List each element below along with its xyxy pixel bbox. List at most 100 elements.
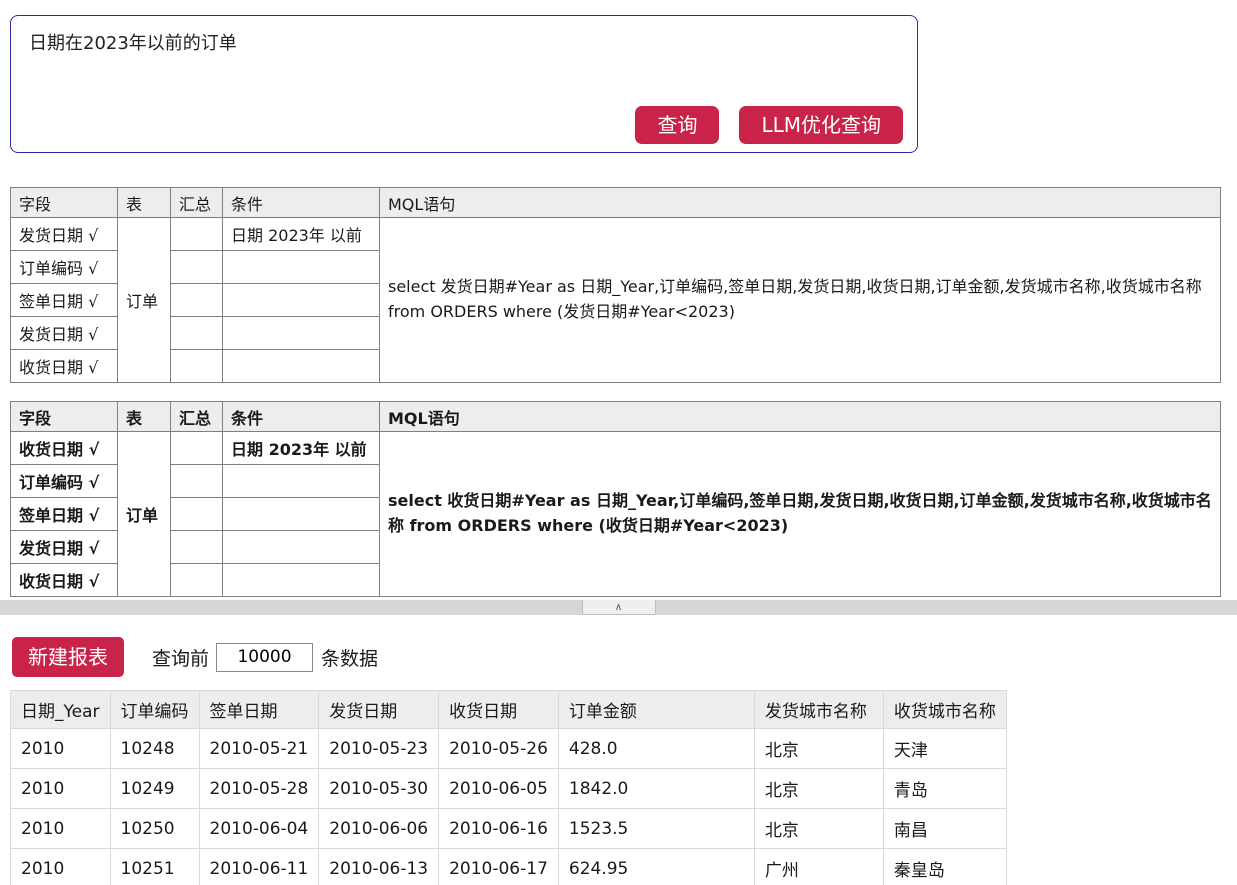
table-cell: 10251 bbox=[110, 849, 199, 885]
mql-header-row: 字段表汇总条件MQL语句 bbox=[11, 402, 1221, 432]
summary-cell bbox=[171, 432, 223, 465]
table-row: 2010102482010-05-212010-05-232010-05-264… bbox=[11, 729, 1007, 769]
table-row: 2010102502010-06-042010-06-062010-06-161… bbox=[11, 809, 1007, 849]
query-buttons: 查询 LLM优化查询 bbox=[635, 106, 903, 144]
limit-suffix-label: 条数据 bbox=[321, 644, 378, 671]
summary-cell bbox=[171, 218, 223, 251]
mql-field-row: 收货日期 √订单日期 2023年 以前select 收货日期#Year as 日… bbox=[11, 432, 1221, 465]
report-controls: 新建报表 查询前 条数据 bbox=[12, 637, 1237, 677]
field-name-cell: 订单编码 √ bbox=[11, 251, 118, 284]
summary-cell bbox=[171, 284, 223, 317]
condition-cell: 日期 2023年 以前 bbox=[223, 432, 380, 465]
table-cell: 2010-05-21 bbox=[199, 729, 319, 769]
table-cell: 北京 bbox=[754, 769, 883, 809]
field-name-cell: 收货日期 √ bbox=[11, 564, 118, 597]
query-button[interactable]: 查询 bbox=[635, 106, 719, 144]
llm-optimize-query-button[interactable]: LLM优化查询 bbox=[739, 106, 903, 144]
condition-cell bbox=[223, 284, 380, 317]
field-name-cell: 签单日期 √ bbox=[11, 284, 118, 317]
table-cell: 1842.0 bbox=[558, 769, 754, 809]
table-cell: 秦皇岛 bbox=[883, 849, 1006, 885]
table-cell: 北京 bbox=[754, 729, 883, 769]
summary-cell bbox=[171, 531, 223, 564]
table-row: 2010102492010-05-282010-05-302010-06-051… bbox=[11, 769, 1007, 809]
results-column-header: 订单编码 bbox=[110, 691, 199, 729]
mql-column-header: MQL语句 bbox=[380, 402, 1221, 432]
results-column-header: 收货城市名称 bbox=[883, 691, 1006, 729]
condition-cell bbox=[223, 465, 380, 498]
results-column-header: 收货日期 bbox=[439, 691, 559, 729]
table-cell: 2010-05-28 bbox=[199, 769, 319, 809]
summary-cell bbox=[171, 317, 223, 350]
table-cell: 2010 bbox=[11, 849, 111, 885]
limit-prefix-label: 查询前 bbox=[152, 644, 209, 671]
results-column-header: 发货日期 bbox=[319, 691, 439, 729]
new-report-button[interactable]: 新建报表 bbox=[12, 637, 124, 677]
mql-field-row: 发货日期 √订单日期 2023年 以前select 发货日期#Year as 日… bbox=[11, 218, 1221, 251]
table-cell: 2010-05-26 bbox=[439, 729, 559, 769]
field-name-cell: 发货日期 √ bbox=[11, 317, 118, 350]
mql-column-header: 表 bbox=[118, 402, 171, 432]
mql-header-row: 字段表汇总条件MQL语句 bbox=[11, 188, 1221, 218]
mql-column-header: 字段 bbox=[11, 188, 118, 218]
nl-query-input[interactable]: 日期在2023年以前的订单 查询 LLM优化查询 bbox=[10, 15, 918, 153]
summary-cell bbox=[171, 251, 223, 284]
condition-cell bbox=[223, 531, 380, 564]
field-name-cell: 收货日期 √ bbox=[11, 350, 118, 383]
summary-cell bbox=[171, 350, 223, 383]
results-column-header: 签单日期 bbox=[199, 691, 319, 729]
table-cell: 2010-06-16 bbox=[439, 809, 559, 849]
field-name-cell: 收货日期 √ bbox=[11, 432, 118, 465]
condition-cell bbox=[223, 498, 380, 531]
table-name-cell: 订单 bbox=[118, 218, 171, 383]
results-column-header: 日期_Year bbox=[11, 691, 111, 729]
mql-column-header: 条件 bbox=[223, 188, 380, 218]
table-cell: 2010 bbox=[11, 769, 111, 809]
results-header-row: 日期_Year订单编码签单日期发货日期收货日期订单金额发货城市名称收货城市名称 bbox=[11, 691, 1007, 729]
table-cell: 2010-05-30 bbox=[319, 769, 439, 809]
mql-statement-cell: select 收货日期#Year as 日期_Year,订单编码,签单日期,发货… bbox=[380, 432, 1221, 597]
mql-parse-table-1: 字段表汇总条件MQL语句发货日期 √订单日期 2023年 以前select 发货… bbox=[10, 187, 1221, 383]
table-name-cell: 订单 bbox=[118, 432, 171, 597]
app-page: 日期在2023年以前的订单 查询 LLM优化查询 字段表汇总条件MQL语句发货日… bbox=[0, 0, 1237, 885]
summary-cell bbox=[171, 564, 223, 597]
condition-cell bbox=[223, 251, 380, 284]
table-cell: 2010-05-23 bbox=[319, 729, 439, 769]
table-cell: 428.0 bbox=[558, 729, 754, 769]
table-cell: 2010-06-06 bbox=[319, 809, 439, 849]
table-cell: 天津 bbox=[883, 729, 1006, 769]
row-limit-input[interactable] bbox=[216, 643, 313, 672]
mql-parse-table-2: 字段表汇总条件MQL语句收货日期 √订单日期 2023年 以前select 收货… bbox=[10, 401, 1221, 597]
table-cell: 624.95 bbox=[558, 849, 754, 885]
table-cell: 2010-06-17 bbox=[439, 849, 559, 885]
results-table: 日期_Year订单编码签单日期发货日期收货日期订单金额发货城市名称收货城市名称2… bbox=[10, 690, 1007, 885]
table-cell: 10249 bbox=[110, 769, 199, 809]
table-cell: 2010-06-05 bbox=[439, 769, 559, 809]
results-column-header: 发货城市名称 bbox=[754, 691, 883, 729]
chevron-up-icon: ∧ bbox=[615, 602, 622, 613]
table-cell: 1523.5 bbox=[558, 809, 754, 849]
table-cell: 2010 bbox=[11, 729, 111, 769]
table-cell: 广州 bbox=[754, 849, 883, 885]
field-name-cell: 签单日期 √ bbox=[11, 498, 118, 531]
condition-cell bbox=[223, 317, 380, 350]
table-cell: 南昌 bbox=[883, 809, 1006, 849]
table-cell: 2010-06-11 bbox=[199, 849, 319, 885]
mql-column-header: 汇总 bbox=[171, 402, 223, 432]
table-cell: 2010-06-04 bbox=[199, 809, 319, 849]
mql-column-header: 字段 bbox=[11, 402, 118, 432]
field-name-cell: 发货日期 √ bbox=[11, 218, 118, 251]
table-cell: 10250 bbox=[110, 809, 199, 849]
table-cell: 青岛 bbox=[883, 769, 1006, 809]
results-column-header: 订单金额 bbox=[558, 691, 754, 729]
mql-column-header: 条件 bbox=[223, 402, 380, 432]
condition-cell bbox=[223, 350, 380, 383]
table-cell: 2010 bbox=[11, 809, 111, 849]
mql-statement-cell: select 发货日期#Year as 日期_Year,订单编码,签单日期,发货… bbox=[380, 218, 1221, 383]
panel-splitter: ∧ bbox=[0, 600, 1237, 615]
collapse-panel-handle[interactable]: ∧ bbox=[582, 600, 656, 615]
condition-cell bbox=[223, 564, 380, 597]
table-cell: 北京 bbox=[754, 809, 883, 849]
mql-column-header: 汇总 bbox=[171, 188, 223, 218]
summary-cell bbox=[171, 498, 223, 531]
